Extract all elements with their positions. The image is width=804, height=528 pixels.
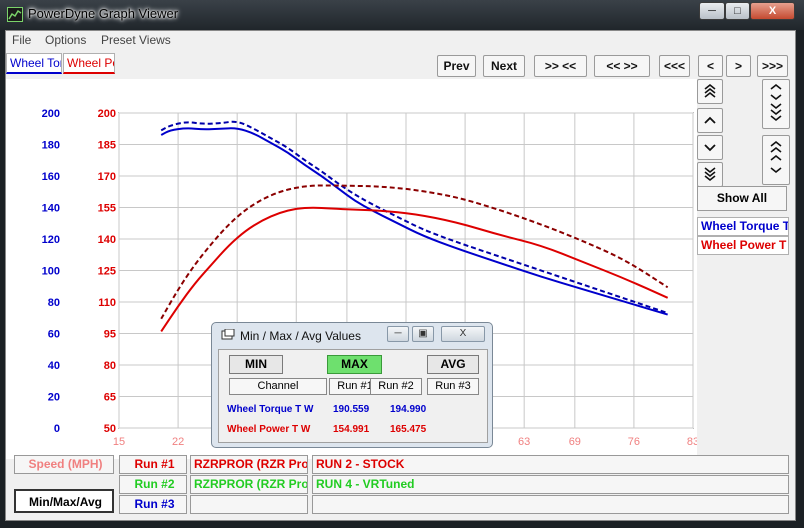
speed-mph-label: Speed (MPH)	[14, 455, 114, 474]
min-max-avg-dialog[interactable]: Min / Max / Avg Values ─ ▣ X MIN MAX AVG…	[211, 322, 493, 448]
speed-tick-label: 83	[687, 436, 697, 448]
run1-title: RUN 2 - STOCK	[312, 455, 789, 474]
client-area: File Options Preset Views Wheel Torque W…	[5, 30, 796, 521]
run1-vehicle: RZRPROR (RZR Pro R	[190, 455, 308, 474]
row-torque-run1: 190.559	[333, 404, 370, 415]
scale-up-fast-button[interactable]	[697, 79, 723, 104]
power-tick-label: 125	[98, 266, 116, 278]
power-tick-label: 200	[98, 108, 116, 120]
scale-down-button[interactable]	[697, 135, 723, 160]
dialog-body: MIN MAX AVG Channel Run #1 Run #2 Run #3…	[218, 349, 488, 443]
torque-tick-label: 120	[42, 234, 60, 246]
torque-tick-label: 200	[42, 108, 60, 120]
legend-wheel-torque[interactable]: Wheel Torque T W	[697, 217, 789, 236]
expand-scale-button[interactable]	[762, 79, 790, 129]
dialog-minimize-button[interactable]: ─	[387, 326, 409, 342]
dialog-title: Min / Max / Avg Values	[240, 329, 361, 343]
torque-tick-label: 60	[48, 329, 60, 341]
row-power-name: Wheel Power T W	[227, 424, 311, 435]
dialog-close-button[interactable]: X	[441, 326, 485, 342]
power-tick-label: 140	[98, 234, 116, 246]
min-button[interactable]: MIN	[229, 355, 283, 374]
min-max-avg-button[interactable]: Min/Max/Avg	[14, 489, 114, 513]
torque-tick-label: 20	[48, 392, 60, 404]
zoom-in-button[interactable]: >> <<	[534, 55, 587, 77]
tab-wheel-power[interactable]: Wheel Power	[63, 53, 115, 74]
title-bar: PowerDyne Graph Viewer ─ □ X	[0, 0, 804, 30]
torque-tick-label: 140	[42, 203, 60, 215]
col-channel: Channel	[229, 378, 327, 395]
run1-label[interactable]: Run #1	[119, 455, 187, 474]
zoom-out-button[interactable]: << >>	[594, 55, 650, 77]
power-tick-label: 80	[104, 360, 116, 372]
maximize-button[interactable]: □	[725, 2, 750, 20]
row-power-run1: 154.991	[333, 424, 370, 435]
power-tick-label: 65	[104, 392, 116, 404]
power-tick-label: 170	[98, 171, 116, 183]
avg-button[interactable]: AVG	[427, 355, 479, 374]
power-axis: 50 65 80 95 110 125 140 155 170 185 200	[98, 108, 116, 435]
row-power-run2: 165.475	[390, 424, 427, 435]
show-all-button[interactable]: Show All	[697, 186, 787, 211]
col-run3: Run #3	[427, 378, 479, 395]
scale-down-fast-button[interactable]	[697, 162, 723, 187]
row-torque-name: Wheel Torque T W	[227, 404, 314, 415]
speed-tick-label: 63	[518, 436, 530, 448]
tab-wheel-torque[interactable]: Wheel Torque	[6, 53, 62, 74]
power-tick-label: 95	[104, 329, 116, 341]
menu-bar: File Options Preset Views	[6, 31, 795, 51]
legend-wheel-power[interactable]: Wheel Power T W	[697, 236, 789, 255]
scroll-first-button[interactable]: <<<	[659, 55, 690, 77]
scroll-right-button[interactable]: >	[726, 55, 751, 77]
speed-tick-label: 69	[569, 436, 581, 448]
torque-tick-label: 160	[42, 171, 60, 183]
app-icon	[7, 7, 23, 22]
window-title: PowerDyne Graph Viewer	[28, 6, 179, 21]
max-button[interactable]: MAX	[327, 355, 382, 374]
dialog-icon	[221, 329, 235, 340]
run3-label[interactable]: Run #3	[119, 495, 187, 514]
speed-tick-label: 76	[628, 436, 640, 448]
next-button[interactable]: Next	[483, 55, 525, 77]
run3-title	[312, 495, 789, 514]
col-run2: Run #2	[370, 378, 422, 395]
compress-scale-button[interactable]	[762, 135, 790, 185]
torque-tick-label: 0	[54, 423, 60, 435]
menu-options[interactable]: Options	[45, 33, 86, 47]
torque-tick-label: 40	[48, 360, 60, 372]
run2-label[interactable]: Run #2	[119, 475, 187, 494]
scroll-left-button[interactable]: <	[698, 55, 723, 77]
menu-file[interactable]: File	[12, 33, 31, 47]
run2-vehicle: RZRPROR (RZR Pro R	[190, 475, 308, 494]
speed-tick-label: 22	[172, 436, 184, 448]
power-tick-label: 110	[98, 297, 116, 309]
run2-title: RUN 4 - VRTuned	[312, 475, 789, 494]
torque-tick-label: 100	[42, 266, 60, 278]
scroll-last-button[interactable]: >>>	[757, 55, 788, 77]
torque-axis: 0 20 40 60 80 100 120 140 160 180 200	[42, 108, 60, 435]
row-torque-run2: 194.990	[390, 404, 427, 415]
power-tick-label: 50	[104, 423, 116, 435]
torque-tick-label: 180	[42, 140, 60, 152]
power-tick-label: 185	[98, 140, 116, 152]
scale-up-button[interactable]	[697, 108, 723, 133]
prev-button[interactable]: Prev	[437, 55, 476, 77]
power-tick-label: 155	[98, 203, 116, 215]
close-button[interactable]: X	[750, 2, 795, 20]
dialog-restore-button[interactable]: ▣	[412, 326, 434, 342]
torque-tick-label: 80	[48, 297, 60, 309]
run3-vehicle	[190, 495, 308, 514]
minimize-button[interactable]: ─	[699, 2, 725, 20]
menu-preset-views[interactable]: Preset Views	[101, 33, 171, 47]
speed-tick-label: 15	[113, 436, 125, 448]
